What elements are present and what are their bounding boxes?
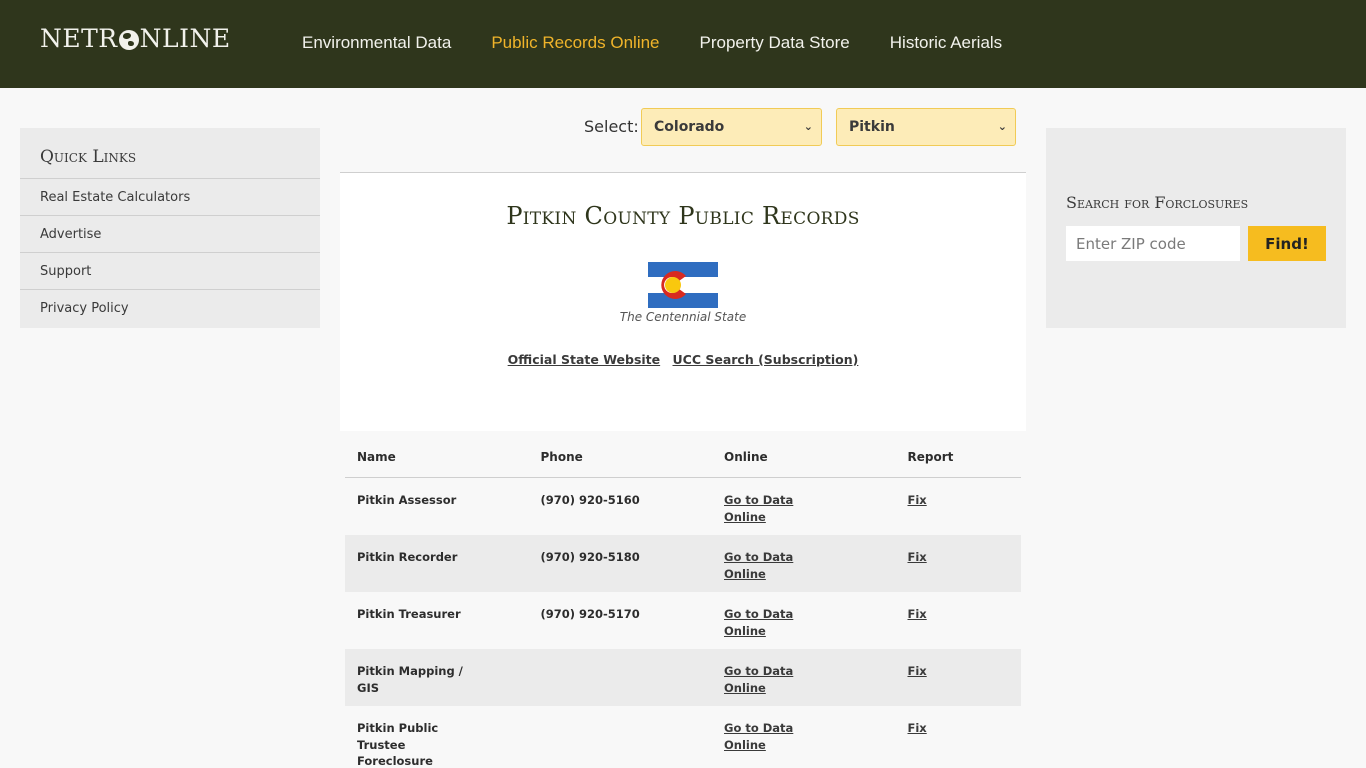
- foreclosure-search-title: Search for Forclosures: [1066, 193, 1249, 212]
- nav-environmental-data[interactable]: Environmental Data: [302, 33, 451, 53]
- records-table: Name Phone Online Report Pitkin Assessor…: [345, 431, 1021, 768]
- chevron-down-icon: ⌄: [803, 120, 813, 133]
- record-name: Pitkin Mapping / GIS: [357, 664, 463, 695]
- record-name: Pitkin Public Trustee Foreclosure: [357, 721, 439, 768]
- record-phone: [529, 663, 713, 706]
- select-label: Select:: [584, 117, 639, 136]
- table-header: Name Phone Online Report: [345, 431, 1021, 478]
- quick-links-title: Quick Links: [20, 128, 320, 179]
- official-state-website-link[interactable]: Official State Website: [508, 352, 661, 367]
- table-row: Pitkin Treasurer (970) 920-5170 Go to Da…: [345, 592, 1021, 649]
- go-to-data-online-link[interactable]: Go to Data Online: [724, 492, 799, 525]
- record-name: Pitkin Treasurer: [357, 607, 461, 621]
- column-header-name: Name: [357, 450, 396, 464]
- nav-historic-aerials[interactable]: Historic Aerials: [890, 33, 1002, 53]
- page-title: Pitkin County Public Records: [506, 202, 860, 230]
- logo-text-left: NETR: [40, 24, 118, 53]
- fix-report-link[interactable]: Fix: [908, 550, 927, 564]
- foreclosure-search-panel: Search for Forclosures Find!: [1046, 128, 1346, 328]
- logo-text-right: NLINE: [139, 24, 231, 53]
- chevron-down-icon: ⌄: [997, 120, 1007, 133]
- column-header-report: Report: [907, 450, 954, 464]
- nav-property-data-store[interactable]: Property Data Store: [700, 33, 850, 53]
- fix-report-link[interactable]: Fix: [908, 607, 927, 621]
- county-select[interactable]: Pitkin ⌄: [836, 108, 1016, 146]
- state-select[interactable]: Colorado ⌄: [641, 108, 822, 146]
- state-links: Official State Website UCC Search (Subsc…: [340, 352, 1026, 367]
- site-logo[interactable]: NETR NLINE: [40, 24, 231, 53]
- record-phone: (970) 920-5170: [540, 607, 640, 621]
- ucc-search-link[interactable]: UCC Search (Subscription): [673, 352, 859, 367]
- colorado-flag-icon: [648, 262, 718, 308]
- county-records-card: Pitkin County Public Records The Centenn…: [340, 172, 1026, 431]
- go-to-data-online-link[interactable]: Go to Data Online: [724, 549, 799, 582]
- quick-link-privacy-policy[interactable]: Privacy Policy: [20, 290, 320, 327]
- column-header-online: Online: [724, 450, 768, 464]
- state-motto: The Centennial State: [619, 310, 747, 324]
- find-button[interactable]: Find!: [1248, 226, 1326, 261]
- table-row: Pitkin Assessor (970) 920-5160 Go to Dat…: [345, 478, 1021, 535]
- quick-link-real-estate-calculators[interactable]: Real Estate Calculators: [20, 179, 320, 216]
- nav-public-records-online[interactable]: Public Records Online: [491, 33, 659, 53]
- quick-links-panel: Quick Links Real Estate Calculators Adve…: [20, 128, 320, 328]
- site-header: NETR NLINE Environmental Data Public Rec…: [0, 0, 1366, 88]
- fix-report-link[interactable]: Fix: [908, 493, 927, 507]
- state-select-value: Colorado: [654, 119, 725, 135]
- record-name: Pitkin Assessor: [357, 493, 457, 507]
- go-to-data-online-link[interactable]: Go to Data Online: [724, 663, 799, 696]
- go-to-data-online-link[interactable]: Go to Data Online: [724, 606, 799, 639]
- fix-report-link[interactable]: Fix: [908, 664, 927, 678]
- fix-report-link[interactable]: Fix: [908, 721, 927, 735]
- zip-code-input[interactable]: [1066, 226, 1240, 261]
- column-header-phone: Phone: [540, 450, 583, 464]
- county-select-value: Pitkin: [849, 119, 895, 135]
- record-phone: [529, 720, 713, 763]
- record-phone: (970) 920-5160: [540, 493, 640, 507]
- globe-icon: [118, 29, 139, 50]
- table-row: Pitkin Mapping / GIS Go to Data Online F…: [345, 649, 1021, 706]
- table-row: Pitkin Recorder (970) 920-5180 Go to Dat…: [345, 535, 1021, 592]
- record-phone: (970) 920-5180: [540, 550, 640, 564]
- table-row: Pitkin Public Trustee Foreclosure Go to …: [345, 706, 1021, 768]
- quick-link-support[interactable]: Support: [20, 253, 320, 290]
- quick-link-advertise[interactable]: Advertise: [20, 216, 320, 253]
- go-to-data-online-link[interactable]: Go to Data Online: [724, 720, 799, 753]
- record-name: Pitkin Recorder: [357, 550, 458, 564]
- main-nav: Environmental Data Public Records Online…: [302, 33, 1002, 53]
